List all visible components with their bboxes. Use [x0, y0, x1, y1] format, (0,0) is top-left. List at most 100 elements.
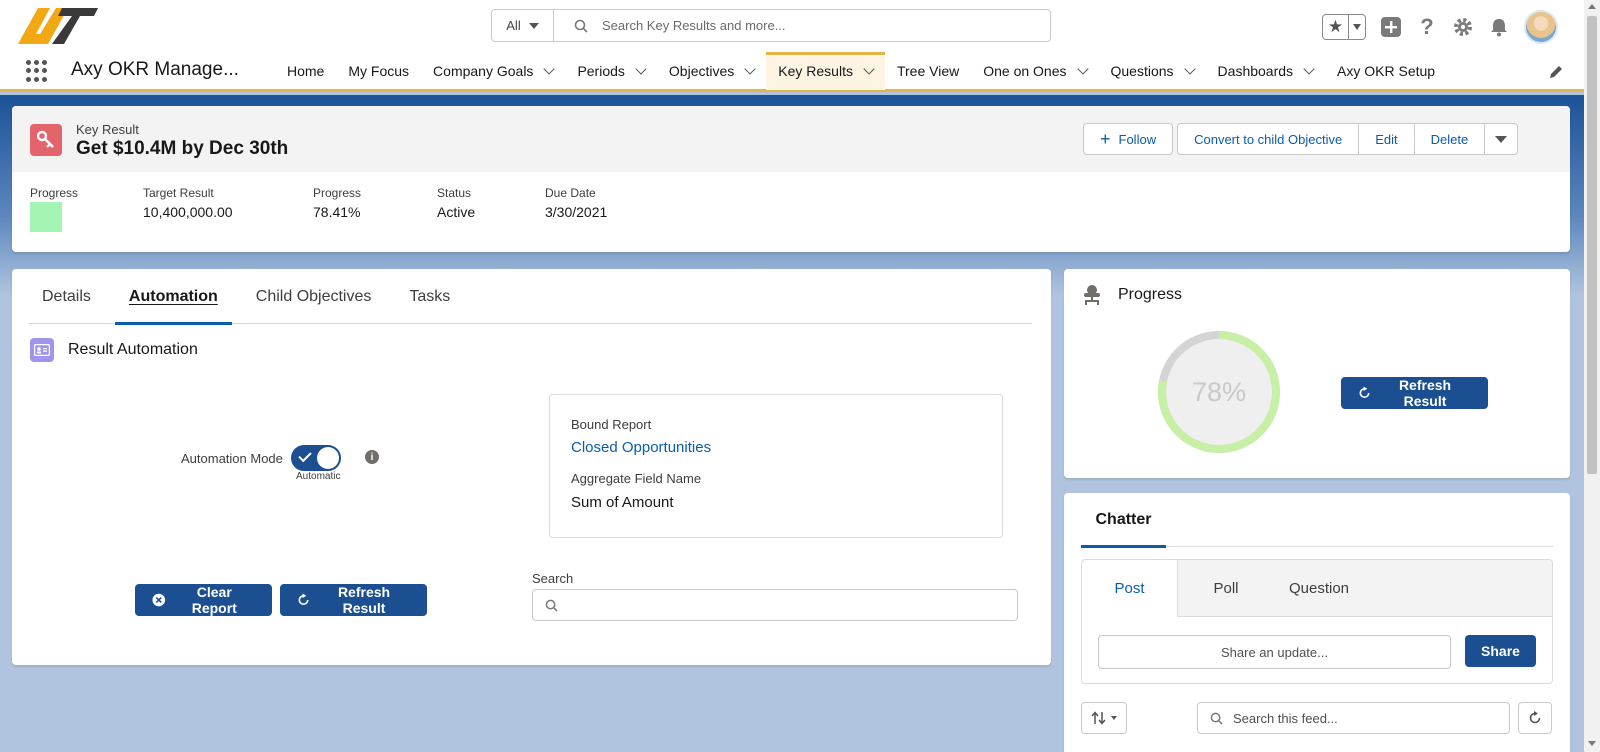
nav-item-axy-okr-setup[interactable]: Axy OKR Setup — [1325, 52, 1447, 90]
chevron-down-icon[interactable] — [543, 63, 556, 75]
nav-item-label: Objectives — [668, 63, 735, 79]
report-search-input[interactable] — [568, 597, 1008, 613]
scrollbar-thumb[interactable] — [1587, 16, 1597, 474]
progress-card: Progress 78% Refresh Result — [1064, 269, 1570, 478]
refresh-result-button[interactable]: Refresh Result — [280, 584, 427, 616]
chatter-publisher: Post Poll Question Share an update... Sh… — [1081, 559, 1553, 684]
chevron-down-icon[interactable] — [1183, 63, 1196, 75]
progress-refresh-result-button[interactable]: Refresh Result — [1341, 377, 1488, 409]
automation-mode-label: Automation Mode — [181, 450, 283, 466]
toggle-knob — [316, 447, 339, 469]
tab-question[interactable]: Question — [1274, 560, 1364, 617]
clear-report-label: Clear Report — [191, 584, 237, 616]
contact-card-icon — [30, 338, 54, 362]
user-avatar[interactable] — [1524, 10, 1558, 44]
nav-item-questions[interactable]: Questions — [1099, 52, 1206, 90]
tab-chatter[interactable]: Chatter — [1081, 493, 1166, 548]
chevron-down-icon[interactable] — [635, 63, 647, 75]
app-launcher-icon[interactable] — [26, 60, 48, 82]
automation-mode-caption: Automatic — [296, 471, 341, 482]
nav-item-my-focus[interactable]: My Focus — [336, 52, 421, 90]
search-field — [554, 10, 1050, 41]
feed-search-input[interactable] — [1233, 710, 1503, 726]
highlight-target-result: Target Result 10,400,000.00 — [143, 186, 233, 220]
nav-item-key-results[interactable]: Key Results — [766, 52, 885, 90]
app-nav-bar: Axy OKR Manage... Home My Focus Company … — [0, 52, 1584, 92]
more-actions-button[interactable] — [1484, 123, 1519, 155]
chevron-down-icon[interactable] — [1303, 63, 1315, 75]
highlights-panel: Progress Target Result 10,400,000.00 Pro… — [12, 172, 1570, 252]
main-tabset-card: Details Automation Child Objectives Task… — [12, 269, 1051, 665]
nav-item-company-goals[interactable]: Company Goals — [421, 52, 565, 90]
follow-button[interactable]: + Follow — [1083, 123, 1174, 155]
convert-to-child-objective-button[interactable]: Convert to child Objective — [1177, 123, 1360, 155]
global-search-input[interactable] — [602, 18, 1022, 33]
nav-item-label: Company Goals — [433, 63, 534, 79]
nav-item-one-on-ones[interactable]: One on Ones — [971, 52, 1098, 90]
favorites-star-icon[interactable]: ★ — [1323, 15, 1349, 39]
feed-refresh-button[interactable] — [1518, 702, 1552, 734]
tab-automation[interactable]: Automation — [114, 269, 232, 325]
tab-post[interactable]: Post — [1082, 560, 1178, 617]
axy-logo[interactable] — [16, 4, 100, 48]
highlight-label: Target Result — [143, 186, 214, 200]
follow-label: Follow — [1118, 131, 1157, 147]
bound-report-label: Bound Report — [571, 417, 652, 432]
aggregate-field-label: Aggregate Field Name — [571, 471, 702, 486]
page-scrollbar[interactable] — [1584, 0, 1600, 752]
info-icon[interactable]: i — [365, 450, 379, 464]
bound-report-link[interactable]: Closed Opportunities — [571, 439, 711, 456]
nav-item-objectives[interactable]: Objectives — [657, 52, 766, 90]
refresh-result-label: Refresh Result — [1398, 377, 1452, 409]
refresh-icon — [1529, 711, 1541, 724]
edit-button[interactable]: Edit — [1358, 123, 1415, 155]
chevron-down-icon[interactable] — [863, 63, 875, 75]
chevron-down-icon[interactable] — [1076, 63, 1089, 75]
search-scope-dropdown[interactable]: All — [492, 10, 554, 41]
nav-item-dashboards[interactable]: Dashboards — [1206, 52, 1326, 90]
refresh-icon — [298, 593, 309, 606]
delete-button[interactable]: Delete — [1413, 123, 1486, 155]
chevron-down-icon — [528, 22, 539, 29]
nav-item-label: Axy OKR Setup — [1337, 63, 1436, 79]
help-icon[interactable]: ? — [1416, 14, 1438, 39]
edit-nav-pencil-icon[interactable] — [1548, 64, 1564, 80]
scroll-up-arrow-icon[interactable] — [1588, 4, 1596, 9]
clear-report-button[interactable]: Clear Report — [135, 584, 272, 616]
record-tabs: Details Automation Child Objectives Task… — [28, 269, 1032, 325]
refresh-result-label: Refresh Result — [337, 584, 391, 616]
nav-item-home[interactable]: Home — [275, 52, 336, 90]
object-type-label: Key Result — [76, 122, 139, 137]
action-button-group: Convert to child Objective Edit Delete — [1177, 123, 1519, 155]
add-icon[interactable] — [1380, 16, 1402, 38]
bound-report-box: Bound Report Closed Opportunities Aggreg… — [549, 394, 1003, 538]
highlight-label: Progress — [313, 186, 362, 200]
nav-item-tree-view[interactable]: Tree View — [885, 52, 971, 90]
share-button[interactable]: Share — [1465, 635, 1536, 667]
chevron-down-icon — [1111, 716, 1117, 720]
tab-child-objectives[interactable]: Child Objectives — [242, 269, 386, 324]
scroll-down-arrow-icon[interactable] — [1588, 741, 1596, 746]
highlight-label: Due Date — [545, 186, 596, 200]
progress-hierarchy-icon — [1084, 285, 1100, 305]
notifications-bell-icon[interactable] — [1488, 16, 1510, 38]
feed-search-box — [1197, 702, 1510, 734]
chevron-down-icon — [1495, 135, 1508, 143]
nav-item-periods[interactable]: Periods — [565, 52, 656, 90]
share-update-input[interactable]: Share an update... — [1098, 635, 1451, 669]
tab-poll[interactable]: Poll — [1178, 560, 1274, 617]
highlight-label: Progress — [30, 186, 79, 200]
tab-tasks[interactable]: Tasks — [395, 269, 464, 324]
nav-item-label: Questions — [1110, 63, 1174, 79]
chevron-down-icon[interactable] — [744, 63, 756, 75]
highlight-progress-color: Progress — [30, 186, 78, 232]
feed-sort-button[interactable] — [1081, 702, 1127, 734]
record-title: Get $10.4M by Dec 30th — [76, 138, 289, 159]
global-header: All ★ ? — [0, 0, 1584, 52]
favorites-menu-icon[interactable] — [1349, 24, 1365, 30]
automation-mode-toggle[interactable] — [290, 445, 341, 471]
favorites-button[interactable]: ★ — [1322, 14, 1366, 40]
aggregate-field-value: Sum of Amount — [571, 494, 674, 511]
setup-gear-icon[interactable] — [1452, 16, 1474, 38]
tab-details[interactable]: Details — [28, 269, 105, 324]
